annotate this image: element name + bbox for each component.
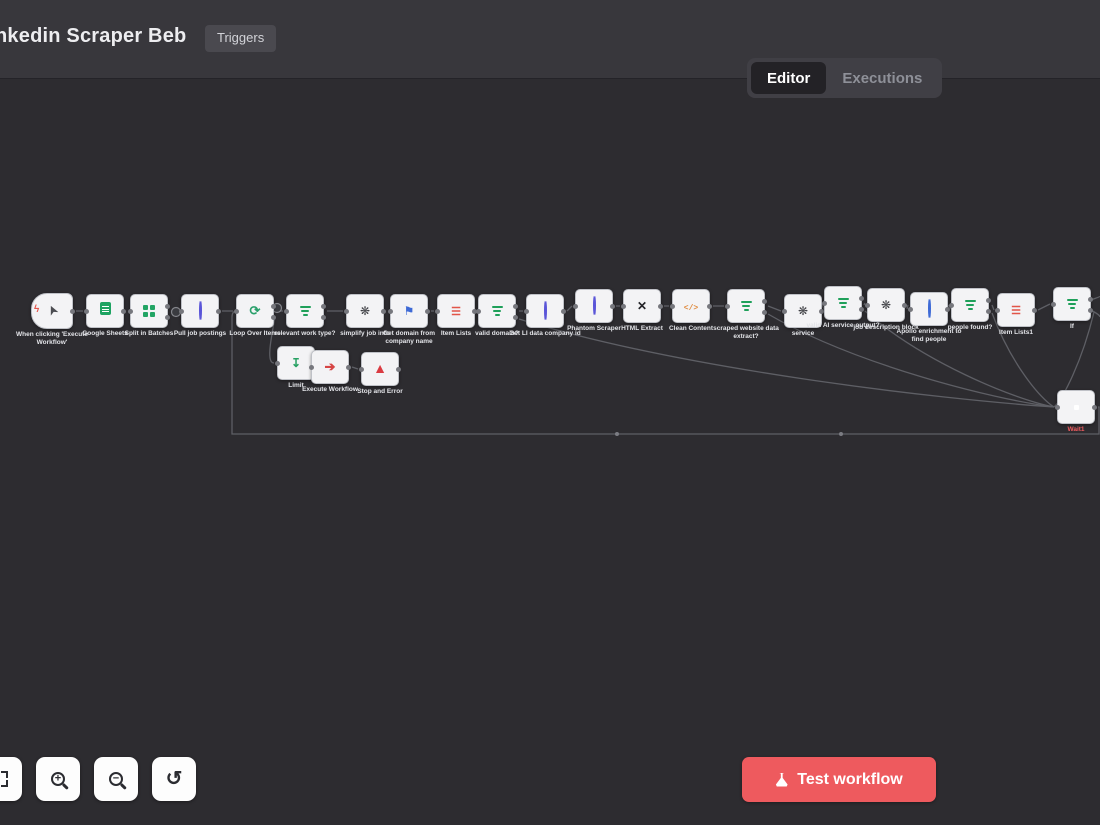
fit-view-button[interactable]	[0, 757, 22, 801]
node-lists2[interactable]: ☰	[997, 293, 1035, 327]
node-people[interactable]	[951, 288, 989, 322]
node-if[interactable]	[1053, 287, 1091, 321]
zoom-out-icon	[109, 772, 123, 786]
filter-icon	[492, 306, 503, 316]
code-icon: </>	[684, 297, 698, 315]
filter-icon	[741, 301, 752, 311]
node-worktype[interactable]	[286, 294, 324, 328]
node-sheets[interactable]	[86, 294, 124, 328]
openai-icon: ❋	[881, 296, 891, 314]
node-domain[interactable]: ⚑	[390, 294, 428, 328]
filter-icon	[838, 298, 849, 308]
tab-executions[interactable]: Executions	[826, 62, 938, 94]
node-trigger[interactable]: ➤ϟ	[31, 293, 73, 329]
zoom-out-button[interactable]	[94, 757, 138, 801]
fit-view-icon	[0, 771, 8, 787]
node-jobdesc[interactable]: ❋	[867, 288, 905, 322]
editor-executions-toggle: Editor Executions	[747, 58, 942, 98]
workflow-edges	[0, 0, 1100, 825]
http-request-icon	[928, 300, 930, 318]
triggers-badge[interactable]: Triggers	[205, 25, 276, 52]
html-extract-icon: ✕	[637, 297, 647, 315]
trigger-bolt-icon: ϟ	[34, 305, 39, 315]
http-request-icon	[593, 297, 595, 315]
flag-icon: ⚑	[404, 302, 415, 320]
item-lists-icon: ☰	[451, 302, 461, 320]
canvas-controls: ↺	[0, 757, 196, 801]
zoom-in-icon	[51, 772, 65, 786]
node-service[interactable]: ❋	[784, 294, 822, 328]
google-sheets-icon	[100, 302, 111, 320]
node-stop[interactable]: ▲	[361, 352, 399, 386]
node-phantom[interactable]	[575, 289, 613, 323]
tab-editor[interactable]: Editor	[751, 62, 826, 94]
node-clean[interactable]: </>	[672, 289, 710, 323]
http-request-icon	[199, 302, 201, 320]
node-limit[interactable]: ↧	[277, 346, 315, 380]
node-apollo[interactable]	[910, 292, 948, 326]
node-exec[interactable]: ➔	[311, 350, 349, 384]
openai-icon: ❋	[798, 302, 808, 320]
workflow-title: nkedin Scraper Beb	[0, 25, 186, 48]
split-in-batches-icon	[143, 305, 155, 317]
item-lists-icon: ☰	[1011, 301, 1021, 319]
node-pull[interactable]	[181, 294, 219, 328]
http-request-icon	[544, 302, 546, 320]
stop-and-error-icon: ▲	[373, 360, 387, 378]
node-wait[interactable]	[1057, 390, 1095, 424]
node-validdomain[interactable]	[478, 294, 516, 328]
node-lists1[interactable]: ☰	[437, 294, 475, 328]
workflow-canvas[interactable]: ➤ϟWhen clicking 'Execute Workflow'Google…	[0, 0, 1100, 825]
reset-zoom-icon: ↺	[166, 766, 183, 791]
filter-icon	[300, 306, 311, 316]
filter-icon	[1067, 299, 1078, 309]
loop-over-items-icon: ⟳	[250, 302, 261, 320]
manual-trigger-icon: ➤	[47, 302, 58, 320]
limit-icon: ↧	[291, 354, 301, 372]
filter-icon	[965, 300, 976, 310]
node-lidata[interactable]	[526, 294, 564, 328]
zoom-in-button[interactable]	[36, 757, 80, 801]
openai-icon: ❋	[360, 302, 370, 320]
node-scraped[interactable]	[727, 289, 765, 323]
node-split[interactable]	[130, 294, 168, 328]
node-loop[interactable]: ⟳	[236, 294, 274, 328]
reset-zoom-button[interactable]: ↺	[152, 757, 196, 801]
node-validai[interactable]	[824, 286, 862, 320]
execute-workflow-icon: ➔	[325, 358, 336, 376]
node-html[interactable]: ✕	[623, 289, 661, 323]
node-simplify[interactable]: ❋	[346, 294, 384, 328]
